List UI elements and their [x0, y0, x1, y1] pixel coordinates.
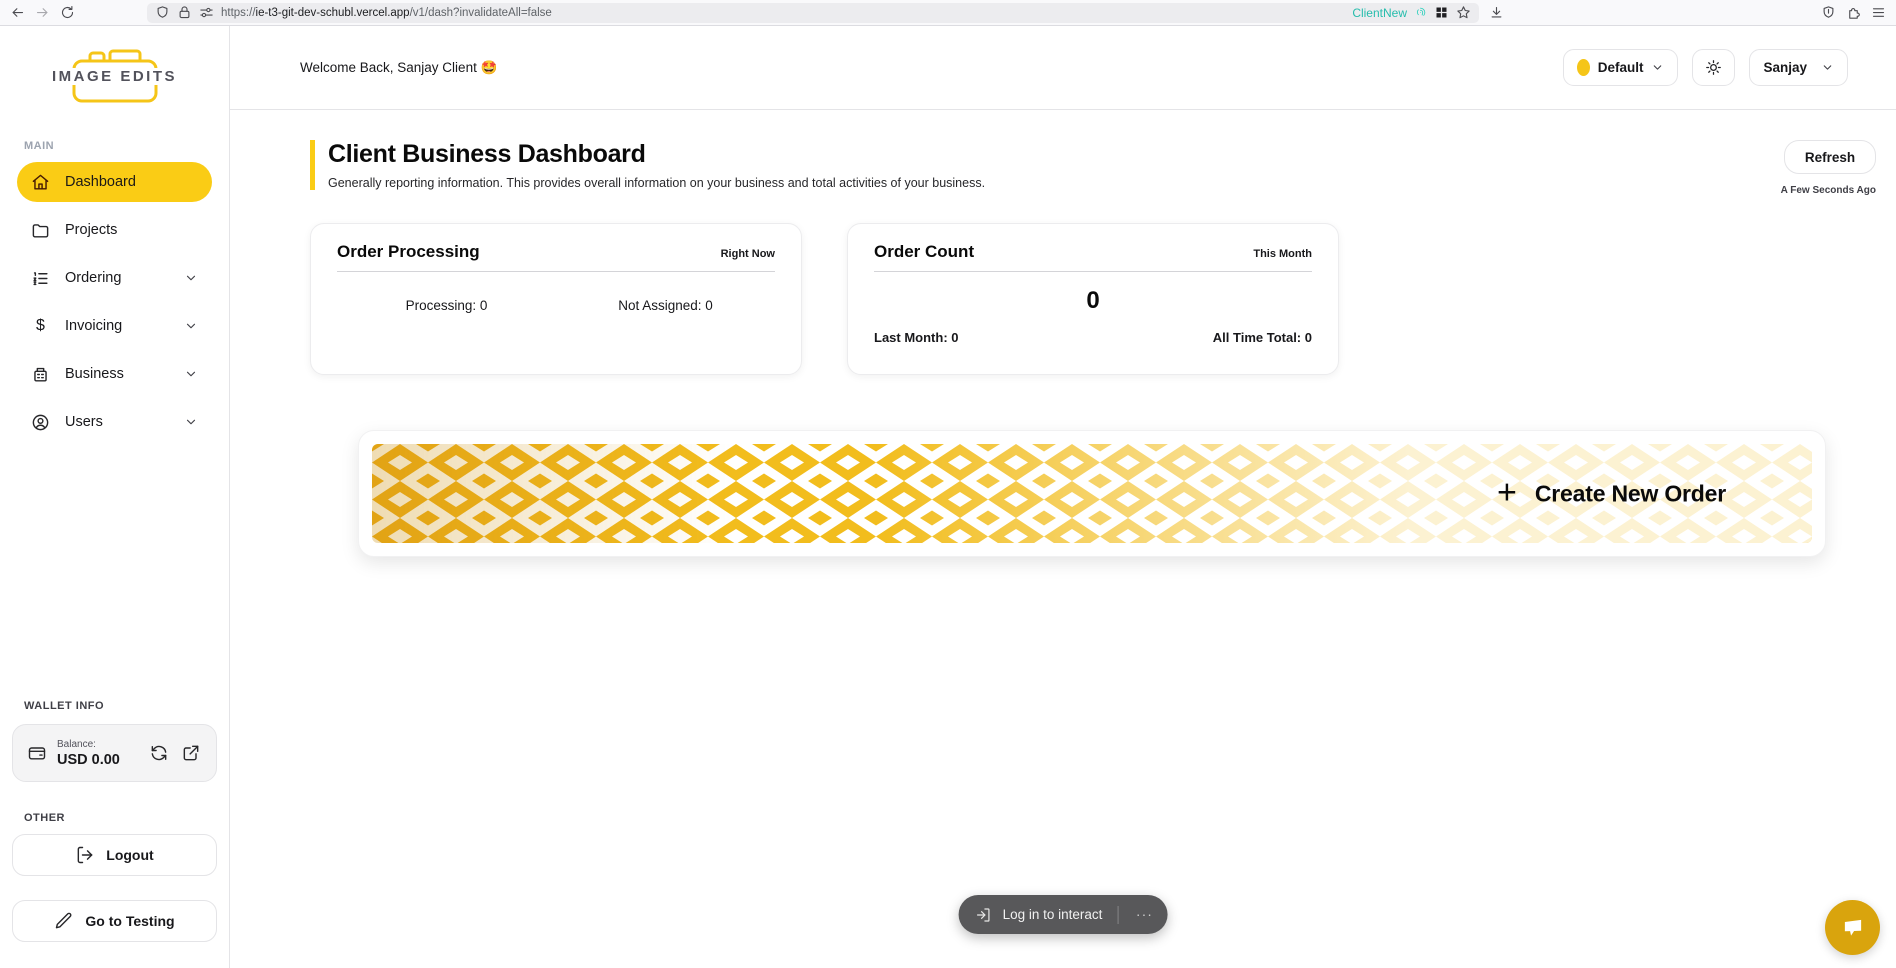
sidebar-item-users[interactable]: Users: [17, 402, 212, 442]
logo[interactable]: IMAGE EDITS: [0, 26, 229, 126]
permissions-icon[interactable]: [199, 5, 214, 20]
processing-stat: Processing: 0: [405, 298, 488, 313]
sidebar-item-projects[interactable]: Projects: [17, 210, 212, 250]
sidebar-nav: Dashboard Projects Ordering $ Invoicing …: [0, 162, 229, 450]
sidebar-item-dashboard[interactable]: Dashboard: [17, 162, 212, 202]
folder-icon: [32, 223, 49, 238]
order-processing-card: Order Processing Right Now Processing: 0…: [310, 223, 802, 375]
card-title: Order Processing: [337, 242, 480, 261]
login-toast-message: Log in to interact: [1002, 907, 1103, 922]
sidebar-item-label: Ordering: [65, 270, 122, 286]
go-to-testing-button[interactable]: Go to Testing: [12, 900, 217, 942]
profile-fingerprint-icon: [1416, 7, 1426, 16]
wallet-card: Balance: USD 0.00: [12, 724, 217, 782]
address-bar[interactable]: https://ie-t3-git-dev-schubl.vercel.app/…: [147, 2, 1479, 23]
all-time-total-stat: All Time Total: 0: [1212, 330, 1312, 345]
refresh-button[interactable]: Refresh: [1784, 140, 1876, 174]
refresh-icon: [151, 745, 167, 761]
workspace-avatar: [1576, 59, 1590, 76]
order-count-card: Order Count This Month 0 Last Month: 0 A…: [847, 223, 1339, 375]
sidebar-item-label: Users: [65, 414, 103, 430]
card-badge: Right Now: [720, 248, 775, 260]
login-toast[interactable]: Log in to interact ···: [958, 895, 1168, 934]
card-title: Order Count: [874, 242, 975, 261]
not-assigned-stat: Not Assigned: 0: [618, 298, 713, 313]
browser-toolbar: https://ie-t3-git-dev-schubl.vercel.app/…: [0, 0, 1896, 26]
go-to-testing-label: Go to Testing: [85, 913, 175, 929]
sidebar-item-label: Invoicing: [65, 318, 123, 334]
back-icon[interactable]: [10, 5, 25, 20]
main-area: Welcome Back, Sanjay Client 🤩 Default Sa…: [230, 26, 1896, 968]
ordered-list-icon: [33, 271, 48, 285]
toast-more-button[interactable]: ···: [1129, 895, 1159, 934]
page-title: Client Business Dashboard: [328, 140, 646, 168]
sun-icon: [1706, 60, 1722, 75]
bookmark-star-icon[interactable]: [1456, 5, 1471, 20]
user-label: Sanjay: [1763, 60, 1807, 75]
create-new-order-banner[interactable]: + Create New Order: [358, 430, 1826, 557]
url-text[interactable]: https://ie-t3-git-dev-schubl.vercel.app/…: [221, 7, 552, 19]
plus-icon: +: [1497, 473, 1517, 511]
sidebar-item-invoicing[interactable]: $ Invoicing: [17, 306, 212, 346]
browser-profile-label[interactable]: ClientNew: [1352, 6, 1407, 20]
business-building-icon: [34, 367, 47, 382]
page-subtitle: Generally reporting information. This pr…: [328, 176, 986, 190]
sidebar-item-label: Business: [65, 366, 124, 382]
welcome-emoji: 🤩: [480, 59, 498, 75]
tracking-shield-icon[interactable]: [155, 5, 170, 20]
dollar-icon: $: [36, 317, 45, 334]
chat-bubble-icon: [1844, 919, 1861, 936]
wallet-icon: [28, 747, 46, 760]
user-circle-icon: [32, 414, 49, 430]
login-icon: [976, 907, 990, 922]
forward-icon[interactable]: [35, 5, 50, 20]
card-badge: This Month: [1253, 248, 1312, 260]
refresh-timestamp: A Few Seconds Ago: [1780, 185, 1876, 196]
sidebar-item-ordering[interactable]: Ordering: [17, 258, 212, 298]
chevron-down-icon: [1654, 65, 1662, 70]
workspace-selector-button[interactable]: Default: [1562, 49, 1679, 86]
download-icon[interactable]: [1489, 5, 1504, 20]
balance-label: Balance:: [57, 738, 96, 750]
create-new-order-label: + Create New Order: [1497, 473, 1726, 511]
logout-icon: [77, 846, 93, 864]
sidebar: IMAGE EDITS MAIN Dashboard Projects Orde…: [0, 26, 230, 968]
external-link-icon: [183, 745, 199, 761]
pencil-icon: [56, 912, 72, 929]
last-month-stat: Last Month: 0: [874, 330, 959, 345]
section-label-wallet-info: WALLET INFO: [24, 700, 105, 712]
menu-hamburger-icon[interactable]: [1871, 5, 1886, 20]
logo-text: IMAGE EDITS: [47, 67, 181, 85]
logout-button[interactable]: Logout: [12, 834, 217, 876]
main-header: Welcome Back, Sanjay Client 🤩 Default Sa…: [230, 26, 1896, 110]
wallet-external-link-button[interactable]: [180, 742, 202, 764]
wallet-refresh-button[interactable]: [148, 742, 170, 764]
privacy-shield-icon[interactable]: [1821, 5, 1836, 20]
order-count-value: 0: [1086, 287, 1100, 314]
user-menu-button[interactable]: Sanjay: [1749, 49, 1848, 86]
section-label-main: MAIN: [24, 140, 55, 152]
section-label-other: OTHER: [24, 812, 65, 824]
extension-grid-icon[interactable]: [1434, 5, 1449, 20]
theme-toggle-button[interactable]: [1692, 49, 1736, 86]
welcome-text: Welcome Back, Sanjay Client 🤩: [300, 59, 498, 75]
logout-label: Logout: [106, 847, 154, 863]
balance-value: USD 0.00: [57, 751, 120, 768]
chevron-down-icon: [186, 371, 196, 377]
chevron-down-icon: [186, 323, 196, 329]
chevron-down-icon: [186, 275, 196, 281]
chevron-down-icon: [1823, 65, 1832, 70]
workspace-label: Default: [1597, 60, 1644, 75]
chat-widget-button[interactable]: [1825, 900, 1880, 955]
toast-divider: [1117, 905, 1119, 924]
home-icon: [32, 174, 49, 190]
extensions-puzzle-icon[interactable]: [1846, 5, 1861, 20]
sidebar-item-business[interactable]: Business: [17, 354, 212, 394]
sidebar-item-label: Dashboard: [65, 174, 136, 190]
sidebar-item-label: Projects: [65, 222, 118, 238]
reload-icon[interactable]: [60, 5, 75, 20]
chevron-down-icon: [186, 419, 196, 425]
page-title-block: Client Business Dashboard Generally repo…: [310, 140, 985, 190]
lock-icon[interactable]: [177, 5, 192, 20]
